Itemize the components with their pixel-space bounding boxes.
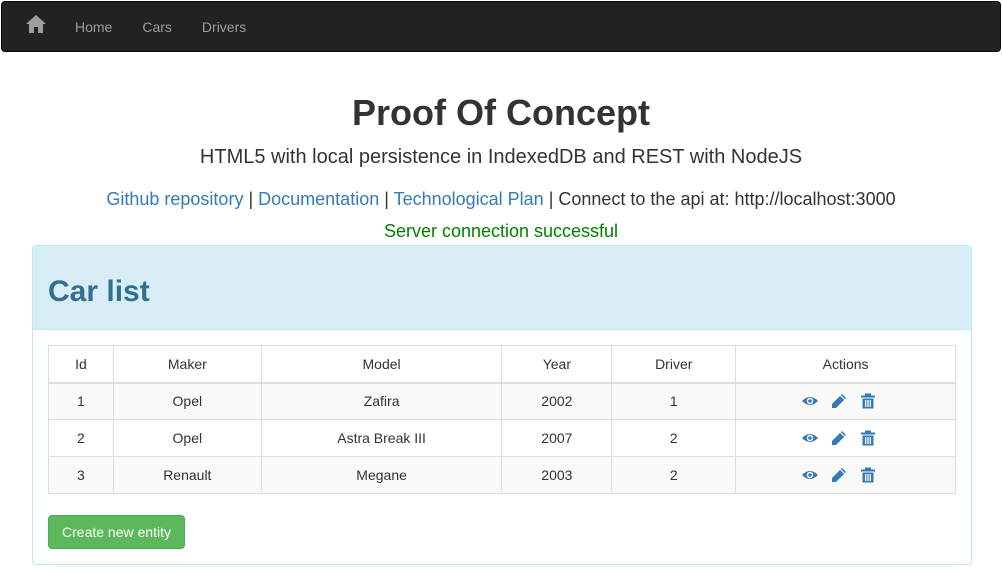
links-bar: Github repository | Documentation | Tech… <box>0 187 1002 211</box>
cell-model: Megane <box>260 456 503 494</box>
column-header-year: Year <box>501 345 613 384</box>
top-navbar: Home Cars Drivers <box>1 1 1001 52</box>
nav-link-cars[interactable]: Cars <box>127 2 187 52</box>
row-actions <box>737 393 954 409</box>
cell-id: 3 <box>48 456 114 494</box>
page-subtitle: HTML5 with local persistence in IndexedD… <box>199 146 803 168</box>
hero-section: Proof Of Concept HTML5 with local persis… <box>0 90 1002 243</box>
cell-id: 2 <box>48 419 114 457</box>
cell-driver: 2 <box>611 419 737 457</box>
cell-actions <box>735 419 956 457</box>
technological-plan-link[interactable]: Technological Plan <box>394 189 544 209</box>
pencil-icon[interactable] <box>831 467 847 483</box>
create-entity-button[interactable]: Create new entity <box>48 515 185 549</box>
cell-driver: 2 <box>611 456 737 494</box>
cell-maker: Opel <box>112 419 262 457</box>
cell-model: Zafira <box>260 382 503 420</box>
cell-maker: Opel <box>112 382 262 420</box>
cell-year: 2007 <box>501 419 613 457</box>
table-row: 3 Renault Megane 2003 2 <box>48 456 956 494</box>
column-header-id: Id <box>48 345 114 384</box>
cell-maker: Renault <box>112 456 262 494</box>
table-header-row: Id Maker Model Year Driver Actions <box>48 345 956 384</box>
separator: | <box>243 189 259 209</box>
nav-link-home[interactable]: Home <box>70 2 127 52</box>
github-link[interactable]: Github repository <box>106 189 243 209</box>
eye-icon[interactable] <box>801 467 818 483</box>
table-row: 1 Opel Zafira 2002 1 <box>48 382 956 420</box>
cell-year: 2002 <box>501 382 613 420</box>
column-header-maker: Maker <box>112 345 262 384</box>
documentation-link[interactable]: Documentation <box>258 189 379 209</box>
pencil-icon[interactable] <box>831 393 847 409</box>
cell-year: 2003 <box>501 456 613 494</box>
cell-model: Astra Break III <box>260 419 503 457</box>
pencil-icon[interactable] <box>831 430 847 446</box>
nav-link-drivers[interactable]: Drivers <box>187 2 261 52</box>
column-header-driver: Driver <box>611 345 737 384</box>
column-header-actions: Actions <box>735 345 956 384</box>
separator: | <box>379 189 394 209</box>
car-list-panel: Car list Id Maker Model Year Driver Acti… <box>32 245 972 565</box>
cell-actions <box>735 456 956 494</box>
api-url-text: Connect to the api at: http://localhost:… <box>558 189 896 209</box>
cell-driver: 1 <box>611 382 737 420</box>
column-header-model: Model <box>260 345 503 384</box>
separator: | <box>543 189 559 209</box>
row-actions <box>737 430 954 446</box>
panel-heading: Car list <box>33 246 971 330</box>
cell-actions <box>735 382 956 420</box>
trash-icon[interactable] <box>860 467 876 483</box>
car-table: Id Maker Model Year Driver Actions 1 Ope… <box>48 345 956 494</box>
connection-status: Server connection successful <box>383 221 619 241</box>
trash-icon[interactable] <box>860 430 876 446</box>
eye-icon[interactable] <box>801 393 818 409</box>
eye-icon[interactable] <box>801 430 818 446</box>
page-title: Proof Of Concept <box>352 92 650 133</box>
table-row: 2 Opel Astra Break III 2007 2 <box>48 419 956 457</box>
row-actions <box>737 467 954 483</box>
panel-title: Car list <box>48 274 150 308</box>
trash-icon[interactable] <box>860 393 876 409</box>
home-icon-button[interactable] <box>2 2 70 51</box>
cell-id: 1 <box>48 382 114 420</box>
home-icon <box>26 15 46 38</box>
